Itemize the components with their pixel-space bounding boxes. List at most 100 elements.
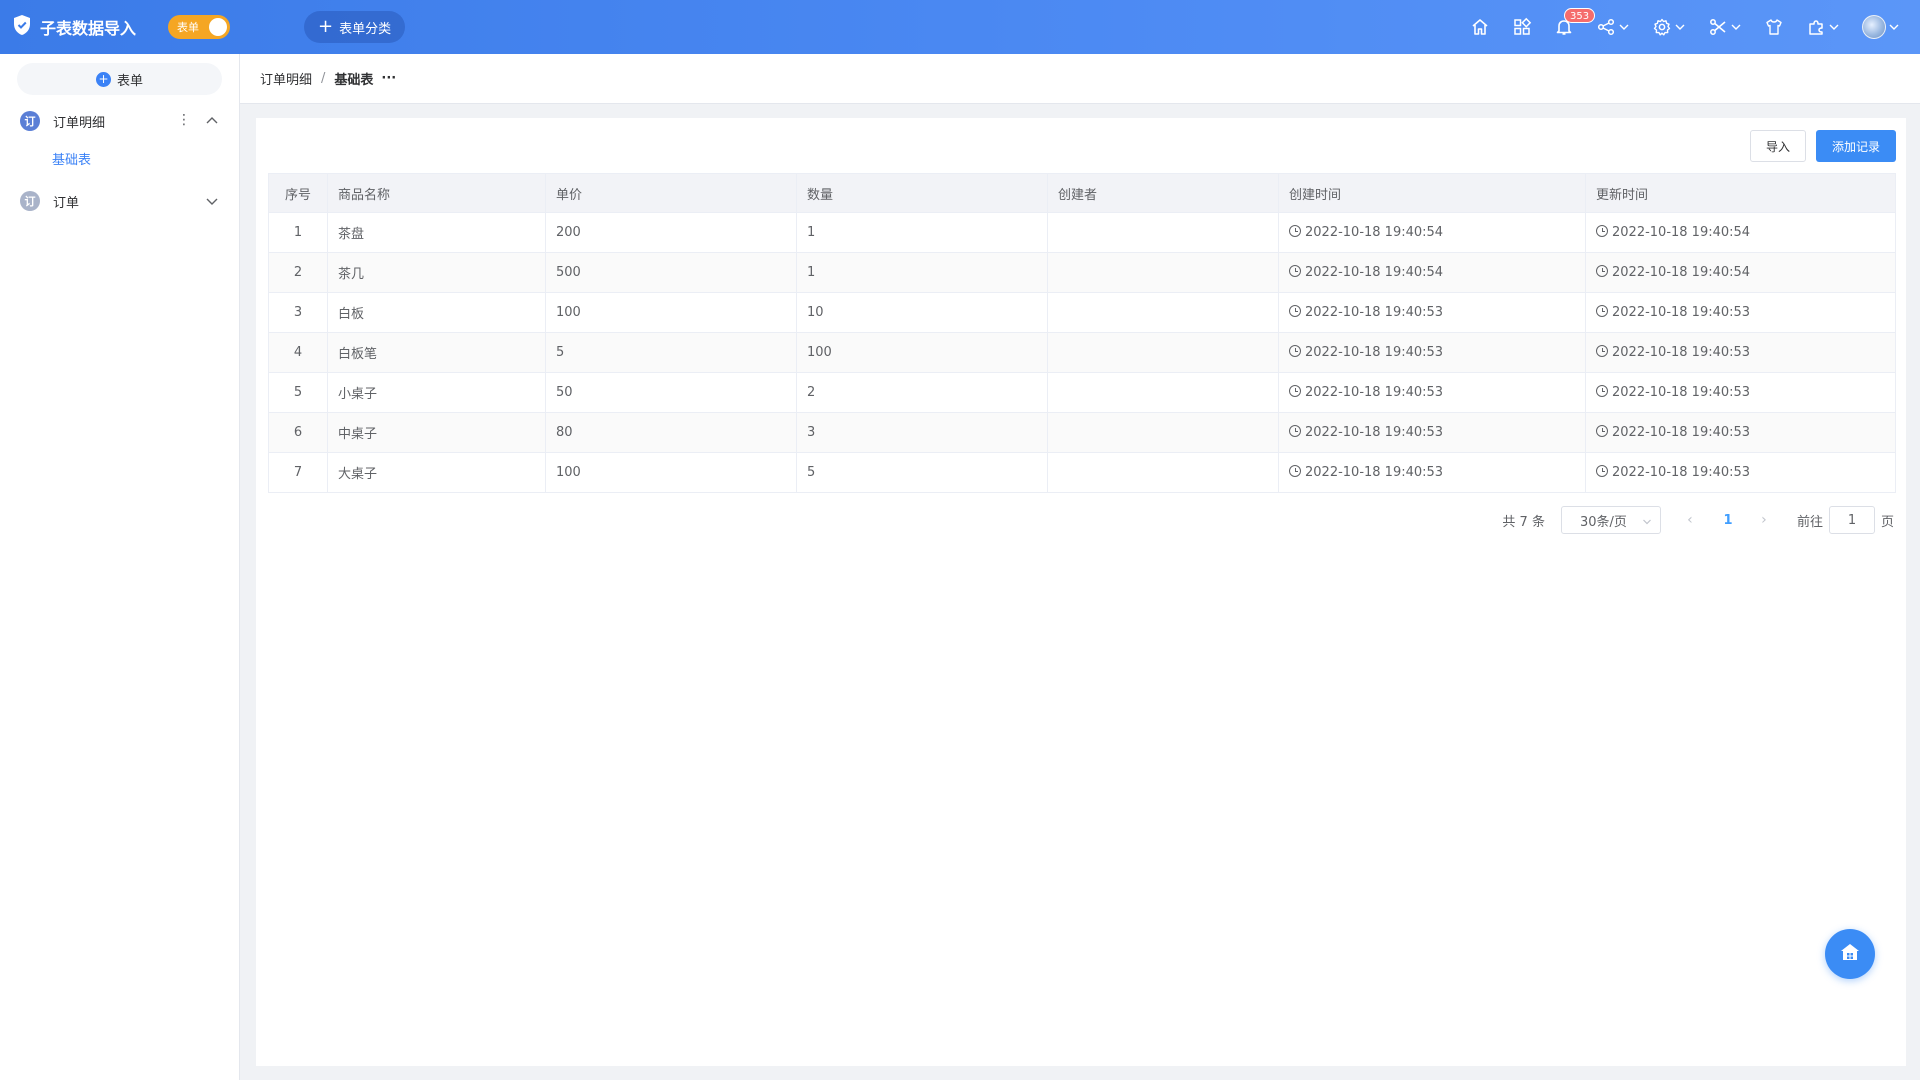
settings-menu[interactable] (1652, 0, 1686, 54)
brand[interactable]: 子表数据导入 (12, 14, 136, 40)
table-row[interactable]: 5 小桌子 50 2 2022-10-18 19:40:53 2022-10-18 19:… (268, 372, 1896, 413)
breadcrumb-item[interactable]: 订单明细 (260, 69, 312, 88)
column-header[interactable]: 数量 (796, 173, 1048, 213)
plugins-menu[interactable] (1806, 0, 1840, 54)
share-menu[interactable] (1596, 0, 1630, 54)
sidebar-item-basic-table[interactable]: 基础表 (0, 141, 239, 181)
table-cell: 茶盘 (327, 212, 546, 253)
prev-page-button[interactable]: ‹ (1683, 512, 1697, 528)
cell-text: 2022-10-18 19:40:53 (1612, 465, 1751, 480)
form-category-label: 表单分类 (339, 21, 392, 37)
main-content: 导入 添加记录 序号 商品名称 单价 数量 创建者 创建时间 更新时间 1 茶盘 2… (256, 118, 1906, 1066)
table-header-row: 序号 商品名称 单价 数量 创建者 创建时间 更新时间 (268, 173, 1896, 213)
table-cell: 1 (268, 212, 328, 253)
goto-label: 前往 (1796, 514, 1823, 530)
table-cell: 2022-10-18 19:40:53 (1278, 332, 1586, 373)
table-row[interactable]: 2 茶几 500 1 2022-10-18 19:40:54 2022-10-18 19:… (268, 252, 1896, 293)
sidebar-group-orders[interactable]: 订 订单 (0, 181, 239, 221)
import-button[interactable]: 导入 (1749, 130, 1806, 162)
page-size-select[interactable]: 30条/页 (1560, 506, 1661, 534)
table-cell: 2022-10-18 19:40:54 (1585, 252, 1896, 293)
clock-icon (1596, 265, 1608, 277)
clock-icon (1289, 265, 1301, 277)
table-cell: 5 (545, 332, 797, 373)
breadcrumb-separator: / (321, 71, 326, 86)
cell-text: 50 (556, 385, 573, 400)
table-cell: 50 (545, 372, 797, 413)
tools-icon (1708, 17, 1728, 37)
column-header[interactable]: 单价 (545, 173, 797, 213)
chevron-up-icon[interactable] (205, 114, 219, 132)
goto-page-input[interactable] (1828, 506, 1875, 534)
puzzle-icon (1806, 17, 1826, 37)
floating-home-button[interactable] (1825, 929, 1875, 979)
table-cell (1047, 372, 1279, 413)
table-cell: 2022-10-18 19:40:53 (1585, 332, 1896, 373)
cell-text: 500 (556, 265, 581, 280)
chevron-down-icon (1642, 516, 1652, 531)
cell-text: 2022-10-18 19:40:54 (1305, 225, 1444, 240)
table-row[interactable]: 6 中桌子 80 3 2022-10-18 19:40:53 2022-10-18 19:… (268, 412, 1896, 453)
home-icon (1838, 940, 1862, 968)
table-toolbar: 导入 添加记录 (1749, 130, 1896, 162)
cell-text: 1 (807, 225, 816, 240)
chevron-down-icon (1618, 21, 1630, 33)
table-cell: 4 (268, 332, 328, 373)
sidebar-group-order-details[interactable]: 订 订单明细 ⋮ (0, 101, 239, 141)
toggle-label: 表单 (177, 21, 200, 34)
clock-icon (1289, 385, 1301, 397)
clock-icon (1596, 385, 1608, 397)
pagination: 共 7 条 30条/页 ‹ 1 › 前往 页 (1502, 506, 1894, 534)
page-number-current[interactable]: 1 (1721, 513, 1735, 528)
chevron-down-icon (1730, 21, 1742, 33)
home-icon[interactable] (1470, 0, 1490, 54)
column-header[interactable]: 商品名称 (327, 173, 546, 213)
table-row[interactable]: 4 白板笔 5 100 2022-10-18 19:40:53 2022-10-18 19… (268, 332, 1896, 373)
table-cell: 2 (796, 372, 1048, 413)
table-cell: 1 (796, 252, 1048, 293)
chevron-down-icon[interactable] (205, 194, 219, 212)
next-page-button[interactable]: › (1757, 512, 1771, 528)
add-record-button[interactable]: 添加记录 (1815, 130, 1896, 162)
clock-icon (1596, 225, 1608, 237)
table-cell: 2022-10-18 19:40:53 (1278, 292, 1586, 333)
add-form-button[interactable]: + 表单 (17, 63, 222, 95)
cell-text: 3 (293, 305, 303, 320)
notification-bell[interactable]: 353 (1554, 0, 1596, 54)
cell-text: 茶几 (338, 267, 365, 282)
cell-text: 200 (556, 225, 581, 240)
column-header[interactable]: 创建时间 (1278, 173, 1586, 213)
table-cell (1047, 212, 1279, 253)
tools-menu[interactable] (1708, 0, 1742, 54)
notification-badge: 353 (1564, 8, 1596, 23)
column-header[interactable]: 序号 (268, 173, 328, 213)
column-header[interactable]: 更新时间 (1585, 173, 1896, 213)
table-cell: 5 (268, 372, 328, 413)
cell-text: 5 (293, 385, 303, 400)
table-row[interactable]: 1 茶盘 200 1 2022-10-18 19:40:54 2022-10-18 19:… (268, 212, 1896, 253)
column-header[interactable]: 创建者 (1047, 173, 1279, 213)
table-row[interactable]: 3 白板 100 10 2022-10-18 19:40:53 2022-10-18 19… (268, 292, 1896, 333)
theme-button[interactable] (1764, 0, 1784, 54)
table-cell: 2022-10-18 19:40:54 (1278, 252, 1586, 293)
clock-icon (1289, 425, 1301, 437)
table-cell (1047, 292, 1279, 333)
table-row[interactable]: 7 大桌子 100 5 2022-10-18 19:40:53 2022-10-18 19… (268, 452, 1896, 493)
apps-icon[interactable] (1512, 0, 1532, 54)
more-horizontal-icon[interactable]: ··· (381, 71, 396, 86)
cell-text: 大桌子 (338, 467, 378, 482)
top-header: 子表数据导入 表单 + 表单分类 353 (0, 0, 1920, 54)
cell-text: 2022-10-18 19:40:54 (1612, 265, 1751, 280)
cell-text: 100 (807, 345, 832, 360)
clock-icon (1596, 425, 1608, 437)
form-mode-toggle[interactable]: 表单 (168, 15, 231, 39)
form-category-button[interactable]: + 表单分类 (304, 11, 406, 43)
cell-text: 2022-10-18 19:40:53 (1612, 385, 1751, 400)
clock-icon (1289, 345, 1301, 357)
more-vertical-icon[interactable]: ⋮ (177, 113, 191, 127)
clock-icon (1289, 465, 1301, 477)
table-cell: 2022-10-18 19:40:54 (1585, 212, 1896, 253)
cell-text: 2022-10-18 19:40:53 (1305, 385, 1444, 400)
add-form-label: 表单 (116, 73, 143, 89)
user-menu[interactable] (1862, 0, 1900, 54)
